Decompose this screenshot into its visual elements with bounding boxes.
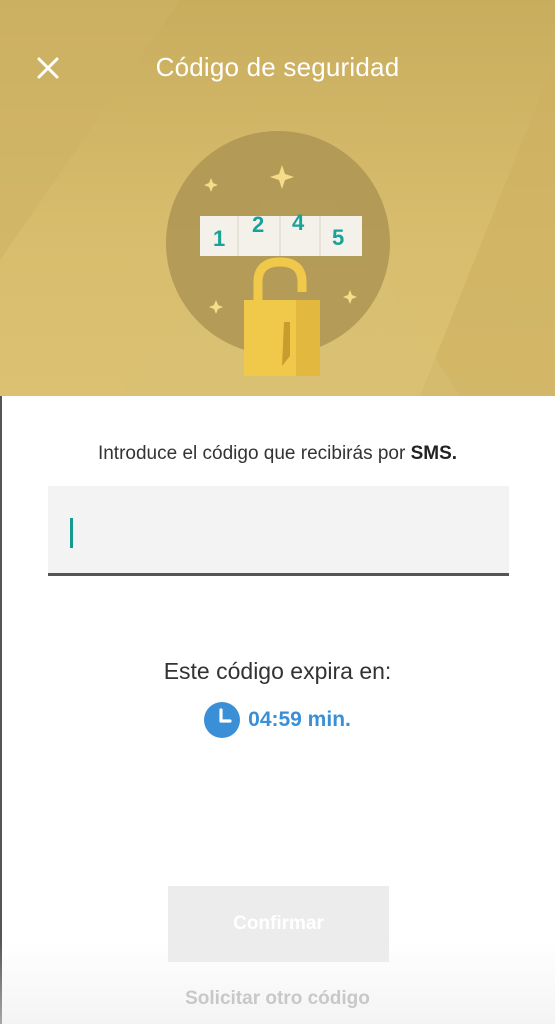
request-new-code-link[interactable]: Solicitar otro código [0, 988, 555, 1010]
confirm-button[interactable]: Confirmar [168, 886, 389, 962]
code-digit: 5 [332, 225, 344, 250]
code-digit: 1 [213, 226, 225, 251]
timer-value: 04:59 min. [248, 708, 351, 731]
code-field[interactable] [48, 486, 509, 576]
text-caret [70, 518, 73, 548]
instruction-prefix: Introduce el código que recibirás por [97, 443, 411, 464]
code-digit: 2 [252, 212, 264, 237]
clock-icon [204, 702, 241, 738]
instruction-text: Introduce el código que recibirás por SM… [0, 443, 555, 465]
security-code-illustration: 1 2 4 5 [166, 131, 390, 376]
countdown-timer: 04:59 min. [0, 700, 555, 740]
code-input[interactable] [48, 486, 509, 573]
instruction-sms: SMS. [410, 443, 458, 464]
expiry-label: Este código expira en: [163, 658, 392, 684]
code-digit: 4 [292, 210, 305, 235]
header-banner: Código de seguridad 1 2 4 5 [0, 0, 555, 396]
